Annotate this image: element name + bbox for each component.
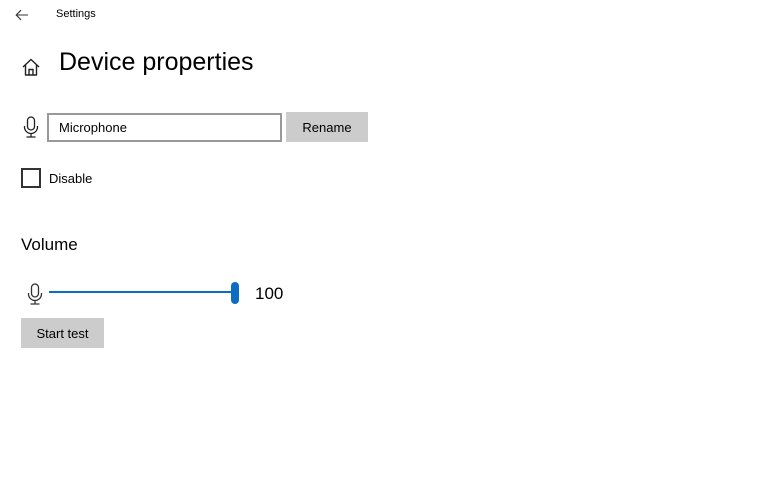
page-title: Device properties <box>59 48 254 76</box>
back-arrow-icon <box>15 9 28 21</box>
window-title: Settings <box>56 8 96 20</box>
volume-slider[interactable] <box>48 280 244 306</box>
device-name-input[interactable] <box>47 113 282 142</box>
checkbox-box[interactable] <box>21 168 41 188</box>
home-icon <box>20 56 42 78</box>
slider-thumb[interactable] <box>231 282 239 304</box>
back-button[interactable] <box>6 3 38 27</box>
slider-track[interactable] <box>49 291 235 293</box>
disable-label: Disable <box>49 170 93 186</box>
microphone-icon <box>22 116 40 138</box>
volume-value: 100 <box>255 284 284 303</box>
volume-microphone-icon <box>26 283 44 305</box>
volume-heading: Volume <box>21 235 78 254</box>
start-test-button[interactable]: Start test <box>21 318 104 348</box>
disable-checkbox[interactable]: Disable <box>21 168 92 188</box>
rename-button[interactable]: Rename <box>286 112 368 142</box>
